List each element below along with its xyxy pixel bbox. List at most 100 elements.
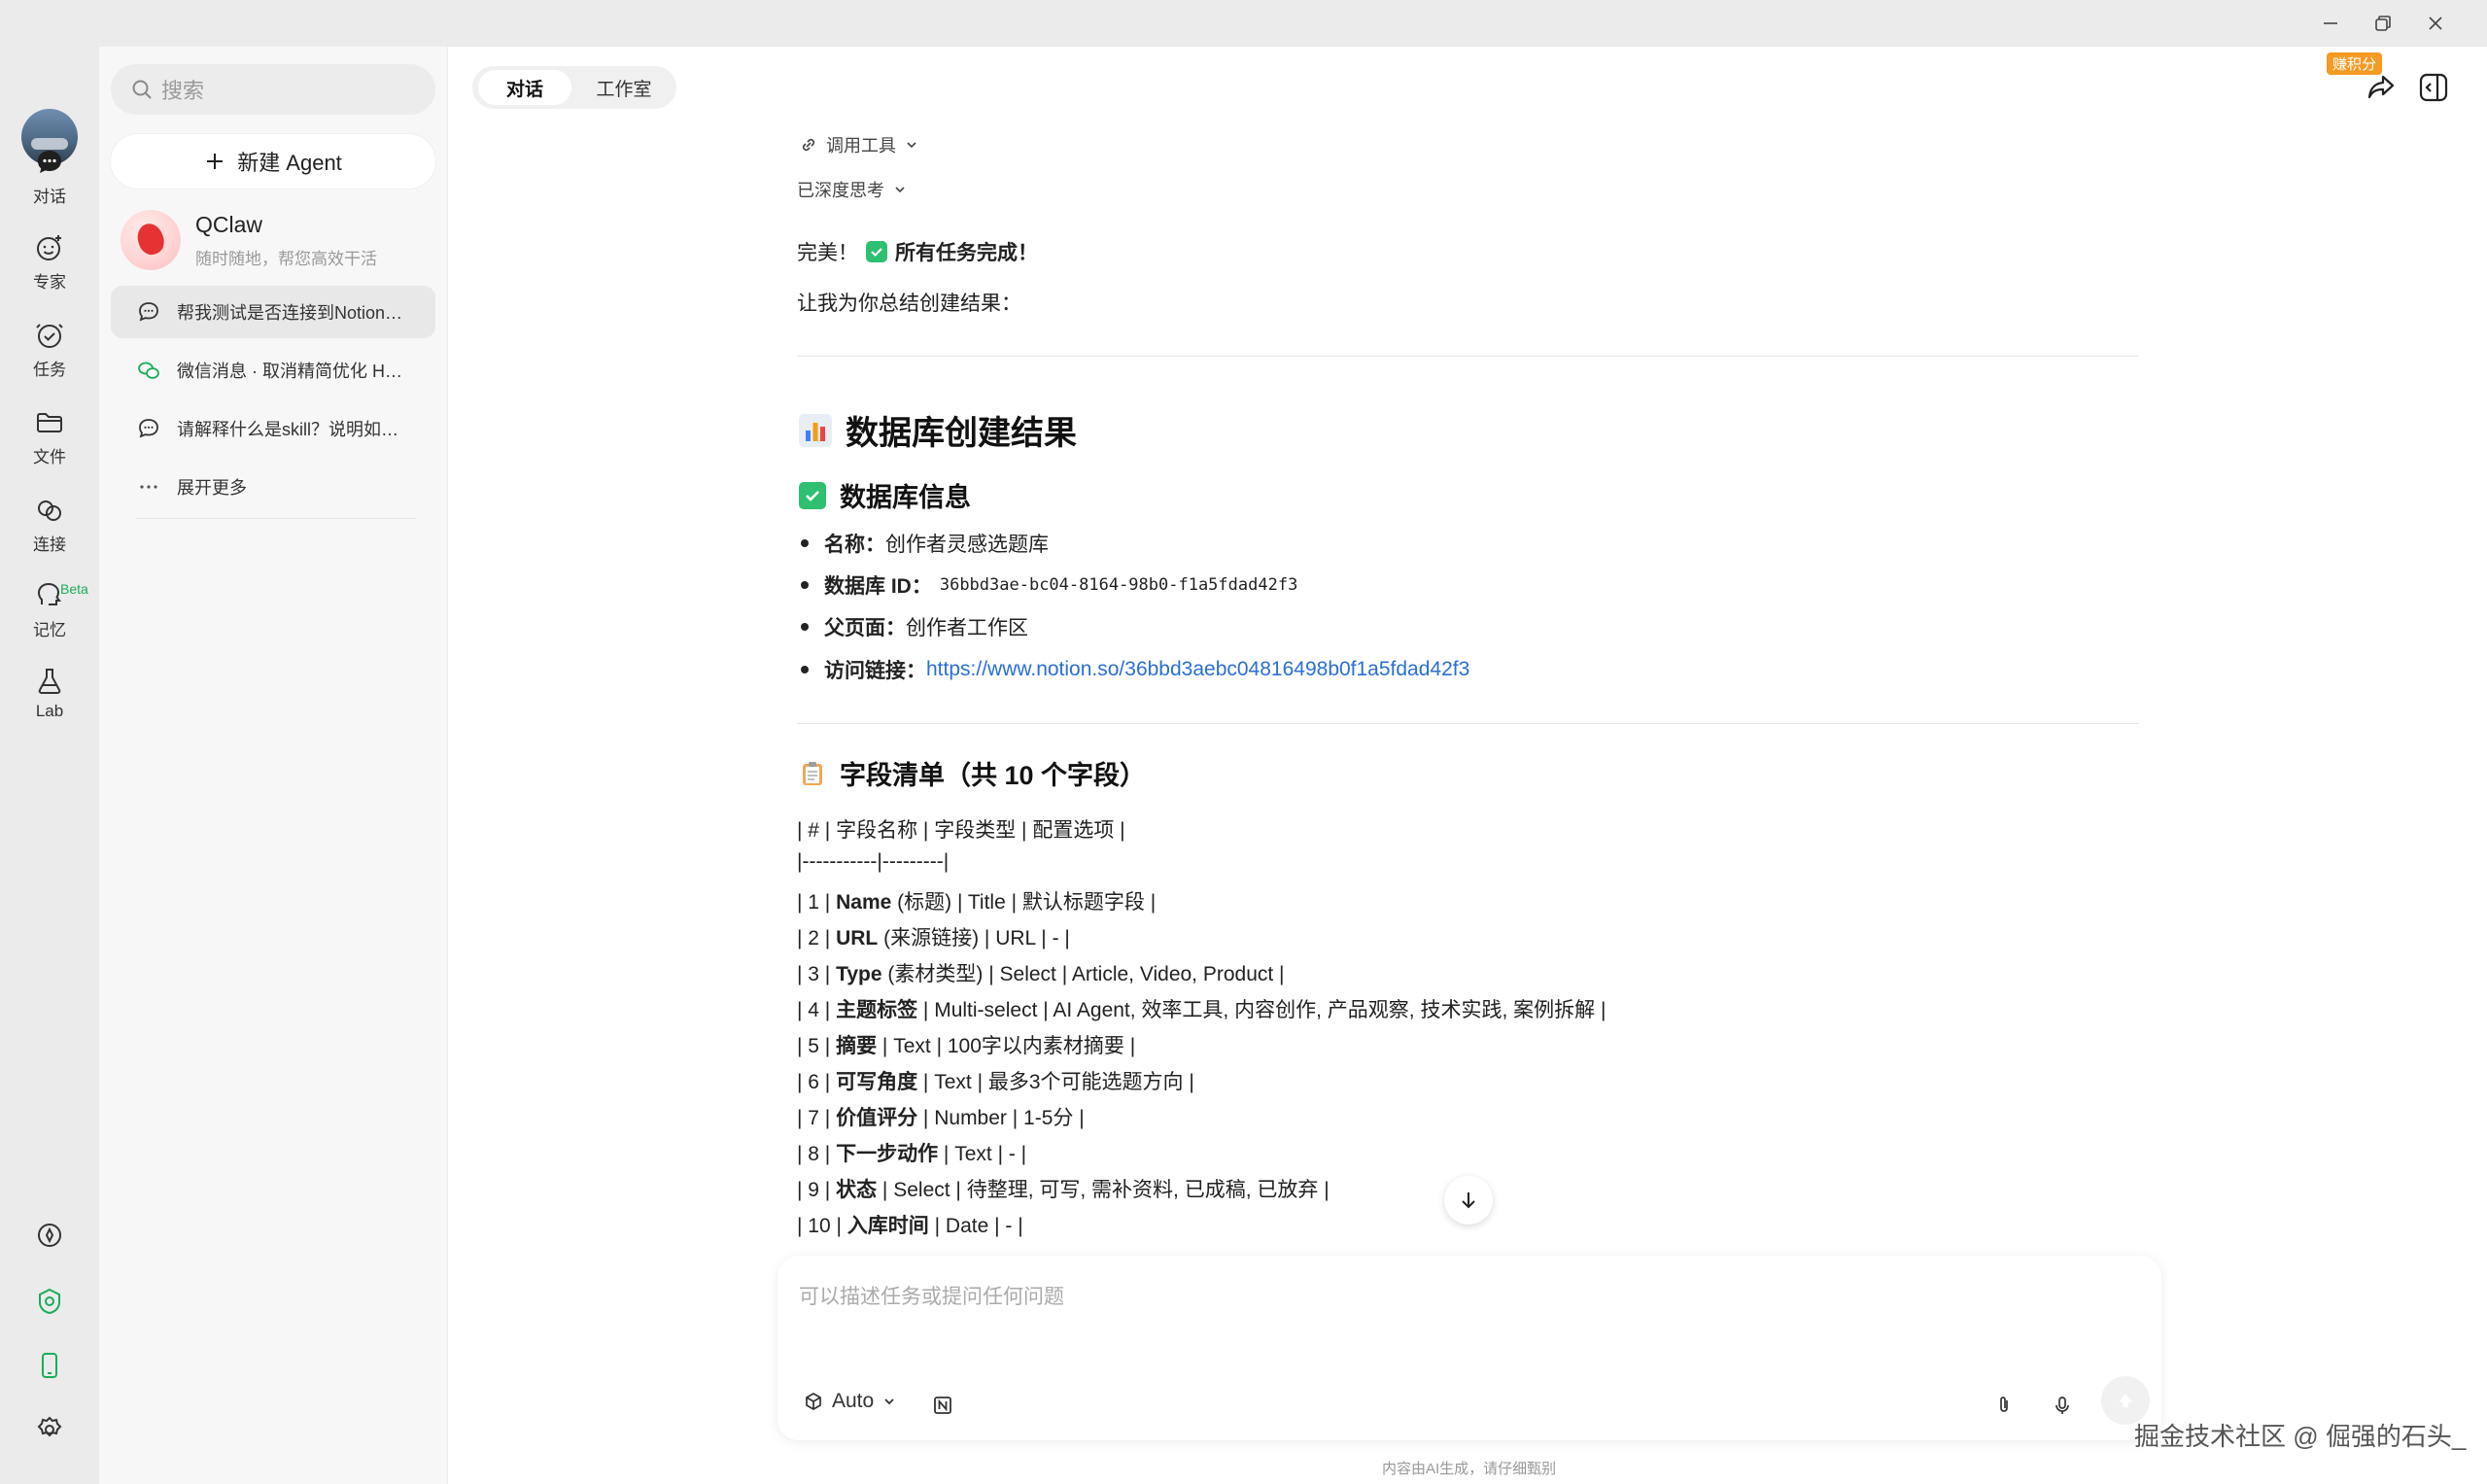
tab-studio[interactable]: 工作室 [577, 70, 671, 105]
row-field: 价值评分 [836, 1107, 918, 1129]
row-pre: | 9 | [797, 1179, 837, 1201]
rail-item-tasks[interactable]: 任务 [0, 319, 99, 380]
credit-icon [39, 1288, 60, 1315]
model-selector[interactable]: Auto [803, 1390, 897, 1413]
info-label: 父页面： [824, 617, 906, 639]
row-post: | Select | 待整理, 可写, 需补资料, 已成稿, 已放弃 | [877, 1179, 1330, 1201]
divider [797, 356, 2138, 357]
chat-icon [139, 302, 158, 322]
chevron-down-icon [884, 1398, 894, 1405]
message-input[interactable]: 可以描述任务或提问任何问题 [799, 1281, 1064, 1310]
row-field: 状态 [836, 1179, 878, 1201]
restore-button[interactable] [2369, 10, 2397, 37]
info-item: 名称： 创作者灵感选题库 [797, 529, 1049, 558]
rail-item-connect[interactable]: 连接 [0, 494, 99, 555]
info-label: 数据库 ID： [824, 575, 932, 598]
link-icon [38, 500, 61, 521]
discover-button[interactable] [29, 1215, 70, 1256]
check-mark-icon [866, 241, 887, 262]
history-item[interactable]: 微信消息 · 取消精简优化 HEARTBEAT [111, 344, 435, 397]
history-item[interactable]: 请解释什么是skill？说明如何使用 [111, 402, 435, 455]
agent-subtitle: 随时随地，帮您高效干活 [195, 250, 377, 268]
sidebar-divider [136, 518, 416, 519]
row-post: | Date | - | [928, 1215, 1023, 1237]
row-field: Type [836, 963, 882, 985]
clipboard-icon [799, 760, 826, 787]
table-row: | 9 | 状态 | Select | 待整理, 可写, 需补资料, 已成稿, … [797, 1174, 1330, 1203]
row-post: (标题) | Title | 默认标题字段 | [891, 891, 1157, 914]
bar-chart-icon [799, 413, 832, 447]
row-post: | Multi-select | AI Agent, 效率工具, 内容创作, 产… [917, 999, 1606, 1021]
rail-label: 对话 [33, 188, 66, 206]
table-row: | 1 | Name (标题) | Title | 默认标题字段 | [797, 886, 1156, 915]
toggle-panel-button[interactable] [2414, 68, 2453, 107]
chat-bubble-icon [38, 151, 61, 173]
tool-call-toggle[interactable]: 调用工具 [799, 132, 919, 157]
table-row: | 5 | 摘要 | Text | 100字以内素材摘要 | [797, 1030, 1135, 1059]
history-item[interactable]: 帮我测试是否连接到Notion，并创建选题库 [111, 286, 435, 338]
table-row: | 6 | 可写角度 | Text | 最多3个可能选题方向 | [797, 1066, 1194, 1095]
credits-button[interactable] [29, 1281, 70, 1322]
attach-button[interactable] [1986, 1388, 2021, 1423]
notion-toggle-button[interactable] [925, 1388, 960, 1423]
table-row: | 2 | URL (来源链接) | URL | - | [797, 922, 1070, 951]
row-field: Name [836, 891, 892, 914]
thinking-label: 已深度思考 [797, 181, 884, 200]
new-agent-button[interactable]: 新建 Agent [111, 134, 435, 189]
tab-chat[interactable]: 对话 [478, 70, 571, 105]
rail-item-expert[interactable]: 专家 [0, 231, 99, 293]
row-pre: | 5 | [797, 1035, 837, 1057]
notion-link[interactable]: https://www.notion.so/36bbd3aebc04816498… [926, 658, 1469, 681]
row-pre: | 6 | [797, 1071, 837, 1093]
bullet [801, 623, 809, 631]
rail-label: 专家 [33, 273, 66, 292]
clock-check-icon [36, 324, 63, 348]
nav-rail: 对话 专家 任务 文件 连接 记忆 Lab [0, 47, 99, 1484]
minimize-button[interactable] [2317, 10, 2344, 37]
row-pre: | 8 | [797, 1143, 837, 1165]
row-field: 入库时间 [846, 1215, 929, 1237]
rail-label: 任务 [33, 361, 66, 379]
panel-toggle-icon [2419, 73, 2448, 102]
row-pre: | 3 | [797, 963, 837, 985]
expand-more-button[interactable]: 展开更多 [111, 461, 435, 513]
info-value: 创作者灵感选题库 [885, 534, 1049, 556]
info-item: 数据库 ID： 36bbd3ae-bc04-8164-98b0-f1a5fdad… [797, 570, 1297, 600]
chevron-down-icon [907, 142, 916, 149]
message-composer: 可以描述任务或提问任何问题 Auto [777, 1256, 2161, 1440]
check-mark-icon [799, 481, 826, 509]
row-post: | Number | 1-5分 | [917, 1107, 1085, 1129]
table-row: | 10 | 入库时间 | Date | - | [797, 1210, 1023, 1239]
bullet [801, 666, 809, 673]
search-input[interactable]: 搜索 [111, 64, 435, 115]
close-button[interactable] [2422, 10, 2449, 37]
row-field: 摘要 [836, 1035, 878, 1057]
info-value: 创作者工作区 [906, 617, 1028, 639]
history-item-label: 请解释什么是skill？说明如何使用 [177, 420, 410, 439]
fields-heading-text: 字段清单（共 10 个字段） [840, 761, 1147, 790]
table-row: | 4 | 主题标签 | Multi-select | AI Agent, 效率… [797, 994, 1606, 1023]
agent-name: QClaw [195, 212, 263, 237]
row-pre: | 4 | [797, 999, 837, 1021]
done-line: 完美！ 所有任务完成！ [797, 237, 1038, 266]
voice-input-button[interactable] [2045, 1388, 2080, 1423]
rail-item-files[interactable]: 文件 [0, 406, 99, 467]
rail-label: 文件 [33, 448, 66, 466]
agent-qclaw[interactable]: QClaw 随时随地，帮您高效干活 [121, 206, 441, 274]
row-pre: | 10 | [797, 1215, 847, 1237]
plus-icon [207, 154, 224, 169]
rail-label: Lab [35, 702, 64, 720]
settings-button[interactable] [29, 1409, 70, 1450]
rail-item-chat[interactable]: 对话 [0, 146, 99, 207]
thinking-toggle[interactable]: 已深度思考 [797, 177, 908, 202]
new-agent-label: 新建 Agent [237, 151, 342, 175]
mobile-button[interactable] [29, 1345, 70, 1386]
scroll-to-bottom-button[interactable] [1444, 1176, 1493, 1225]
rail-item-lab[interactable]: Lab [0, 665, 99, 721]
arrow-down-icon [1462, 1192, 1475, 1209]
share-button[interactable] [2362, 68, 2401, 107]
watermark: 掘金技术社区 @ 倔强的石头_ [2134, 1422, 2467, 1451]
expand-more-label: 展开更多 [177, 478, 247, 498]
row-post: | Text | 最多3个可能选题方向 | [917, 1071, 1194, 1093]
phone-icon [42, 1353, 57, 1378]
